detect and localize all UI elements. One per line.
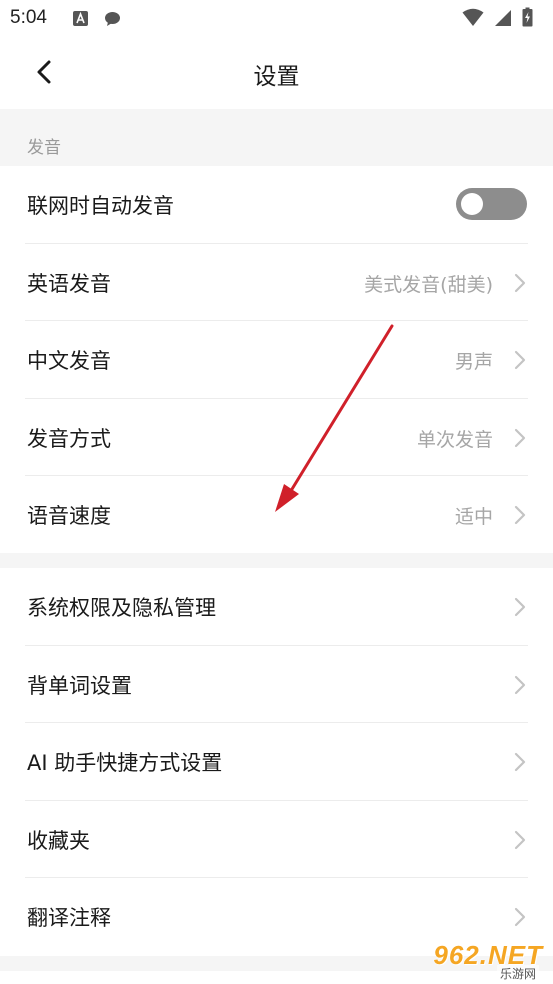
chevron-right-icon [514,830,526,849]
toggle-knob [461,193,483,215]
setting-row-word-settings[interactable]: 背单词设置 [0,646,553,723]
section-header-label: 发音 [27,138,61,158]
chevron-right-icon [514,752,526,772]
chevron-right-icon [514,350,526,370]
general-settings-group: 系统权限及隐私管理 背单词设置 AI 助手快捷方式设置 收藏夹 翻译注释 [0,568,553,956]
status-indicators [462,7,533,27]
battery-charging-icon [522,7,533,27]
setting-label: 语音速度 [27,504,111,528]
setting-value: 单次发音 [416,428,493,451]
chevron-right-icon [514,597,526,617]
wifi-icon [462,8,484,26]
status-time: 5:04 [10,7,47,28]
setting-row-pronunciation-mode[interactable]: 发音方式 单次发音 [0,399,553,476]
chevron-right-icon [514,907,526,927]
setting-label: 收藏夹 [27,828,90,853]
setting-row-auto-pronounce[interactable]: 联网时自动发音 [0,166,553,244]
section-header-pronunciation: 发音 [0,109,553,166]
setting-label: 发音方式 [27,426,111,451]
setting-label: 背单词设置 [27,673,132,698]
app-a-icon [73,11,88,26]
watermark-subtext: 乐游网 [496,965,539,982]
auto-pronounce-toggle[interactable] [456,188,527,220]
watermark-logo: 962.NET 乐游网 [407,938,547,982]
setting-label: 系统权限及隐私管理 [27,596,216,620]
setting-row-speech-speed[interactable]: 语音速度 适中 [0,476,553,554]
chevron-right-icon [514,273,526,292]
pronunciation-settings-group: 联网时自动发音 英语发音 美式发音(甜美) 中文发音 男声 发音方式 单次发音 … [0,166,553,554]
setting-label: 中文发音 [27,349,111,373]
setting-label: 翻译注释 [27,906,111,930]
chevron-right-icon [514,675,526,694]
setting-label: 英语发音 [27,271,111,296]
status-bar: 5:04 [0,0,553,36]
setting-row-chinese-pronunciation[interactable]: 中文发音 男声 [0,321,553,399]
setting-row-permissions-privacy[interactable]: 系统权限及隐私管理 [0,568,553,646]
chevron-right-icon [514,505,526,525]
setting-value: 适中 [454,506,493,528]
setting-row-english-pronunciation[interactable]: 英语发音 美式发音(甜美) [0,244,553,321]
navigation-bar: 设置 [0,36,553,109]
setting-row-ai-shortcut[interactable]: AI 助手快捷方式设置 [0,723,553,801]
section-gap [0,553,553,568]
chevron-right-icon [514,428,526,447]
setting-value: 美式发音(甜美) [364,273,493,296]
setting-label: AI 助手快捷方式设置 [27,751,223,775]
setting-label: 联网时自动发音 [27,194,174,218]
page-title: 设置 [253,64,300,90]
signal-icon [495,10,511,26]
chat-icon [105,12,120,26]
setting-row-favorites[interactable]: 收藏夹 [0,801,553,878]
setting-value: 男声 [454,351,493,373]
